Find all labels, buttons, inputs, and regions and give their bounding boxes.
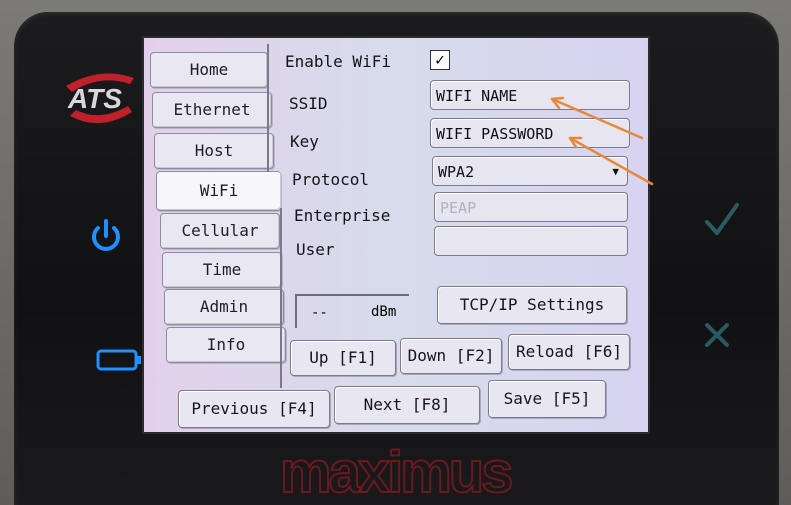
ssid-label: SSID [289, 94, 328, 113]
brand-text: maximus [280, 444, 511, 504]
chevron-down-icon: ▼ [612, 165, 619, 178]
previous-button[interactable]: Previous [F4] [178, 390, 330, 428]
enterprise-label: Enterprise [294, 206, 391, 225]
panel-divider-lower [280, 208, 282, 388]
user-label: User [296, 240, 335, 259]
key-label: Key [290, 132, 319, 151]
save-button[interactable]: Save [F5] [488, 380, 606, 418]
protocol-label: Protocol [292, 170, 370, 189]
panel-divider [267, 44, 269, 172]
protocol-value: WPA2 [438, 163, 475, 181]
check-icon[interactable] [704, 200, 740, 240]
tab-time[interactable]: Time [162, 252, 282, 288]
maximus-brand: maximus [279, 444, 515, 504]
signal-unit: dBm [371, 304, 397, 320]
tab-ethernet[interactable]: Ethernet [152, 92, 272, 128]
cross-icon[interactable] [704, 322, 730, 348]
tab-admin[interactable]: Admin [164, 289, 284, 325]
wifi-settings-screen: Home Ethernet Host WiFi Cellular Time Ad… [142, 36, 650, 434]
key-field[interactable]: WIFI PASSWORD [430, 118, 630, 148]
next-button[interactable]: Next [F8] [334, 386, 480, 424]
enable-wifi-label: Enable WiFi [285, 52, 391, 71]
down-button[interactable]: Down [F2] [400, 338, 502, 374]
signal-value: -- [311, 305, 328, 321]
tab-cellular[interactable]: Cellular [160, 213, 280, 249]
battery-icon [96, 349, 141, 371]
enable-wifi-checkbox[interactable]: ✓ [430, 50, 450, 70]
ats-logo: ATS [66, 73, 134, 124]
tab-home[interactable]: Home [150, 52, 268, 88]
protocol-select[interactable]: WPA2 ▼ [432, 156, 628, 186]
power-icon[interactable] [86, 217, 126, 257]
user-field[interactable] [434, 226, 628, 256]
signal-strength-box: -- dBm [295, 294, 409, 328]
tab-host[interactable]: Host [154, 133, 274, 169]
enterprise-select: PEAP [434, 192, 628, 222]
enterprise-value: PEAP [440, 199, 477, 217]
logo-text: ATS [67, 83, 122, 114]
up-button[interactable]: Up [F1] [290, 340, 396, 376]
tab-info[interactable]: Info [166, 327, 286, 363]
reload-button[interactable]: Reload [F6] [508, 334, 630, 370]
tcpip-settings-button[interactable]: TCP/IP Settings [437, 286, 627, 324]
ssid-field[interactable]: WIFI NAME [430, 80, 630, 110]
tab-wifi[interactable]: WiFi [156, 171, 281, 211]
